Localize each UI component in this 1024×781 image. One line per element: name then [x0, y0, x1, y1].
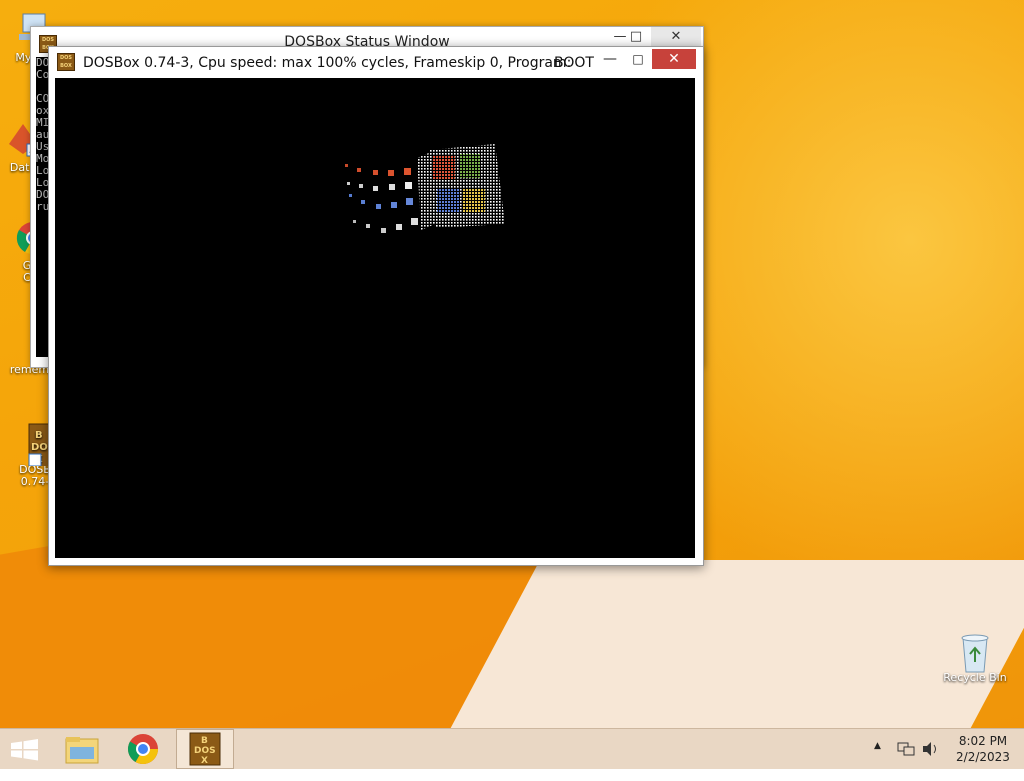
flag-trail	[345, 164, 418, 233]
dosbox-main-window[interactable]: DOS BOX DOSBox 0.74-3, Cpu speed: max 100…	[48, 46, 704, 566]
chrome-icon	[127, 734, 158, 765]
tray-overflow-button[interactable]: ▲	[874, 741, 881, 781]
windows-start-icon	[11, 739, 38, 761]
main-window-title: DOSBox 0.74-3, Cpu speed: max 100% cycle…	[83, 55, 572, 71]
emulator-screen[interactable]	[55, 78, 695, 558]
windows-logo-boot-graphic	[345, 144, 505, 233]
svg-text:B: B	[35, 430, 43, 441]
maximize-button[interactable]: □	[625, 49, 651, 71]
main-window-titlebar[interactable]: DOS BOX DOSBox 0.74-3, Cpu speed: max 100…	[49, 47, 703, 77]
svg-text:DOS: DOS	[194, 746, 216, 756]
desktop-icon-recycle-bin[interactable]: Recycle Bin	[940, 630, 1010, 684]
close-button[interactable]: ✕	[652, 49, 696, 69]
minimize-button[interactable]: —	[597, 49, 623, 71]
close-button[interactable]: ✕	[651, 27, 701, 47]
clock-date: 2/2/2023	[956, 750, 1010, 764]
network-icon[interactable]	[896, 739, 916, 779]
windows-flag	[417, 144, 505, 230]
clock-time: 8:02 PM	[958, 734, 1008, 748]
taskbar-clock[interactable]: 8:02 PM 2/2/2023	[948, 733, 1018, 765]
dosbox-icon: DOSBOX	[57, 53, 75, 71]
chrome-taskbar-button[interactable]	[116, 729, 170, 769]
svg-text:X: X	[201, 756, 208, 766]
file-explorer-icon	[65, 737, 99, 764]
svg-text:B: B	[201, 736, 208, 746]
recycle-bin-icon	[955, 630, 995, 673]
start-button[interactable]	[0, 729, 54, 769]
dosbox-icon: B DOS X	[189, 732, 221, 766]
taskbar: B DOS X ▲ 8:02 PM 2/2/2023	[0, 728, 1024, 769]
maximize-button[interactable]: □	[621, 27, 651, 47]
dosbox-taskbar-button[interactable]: B DOS X	[176, 729, 234, 769]
file-explorer-button[interactable]	[56, 729, 110, 769]
svg-text:DO: DO	[31, 442, 48, 453]
volume-icon[interactable]	[920, 739, 940, 779]
program-name: BOOT	[554, 55, 594, 71]
